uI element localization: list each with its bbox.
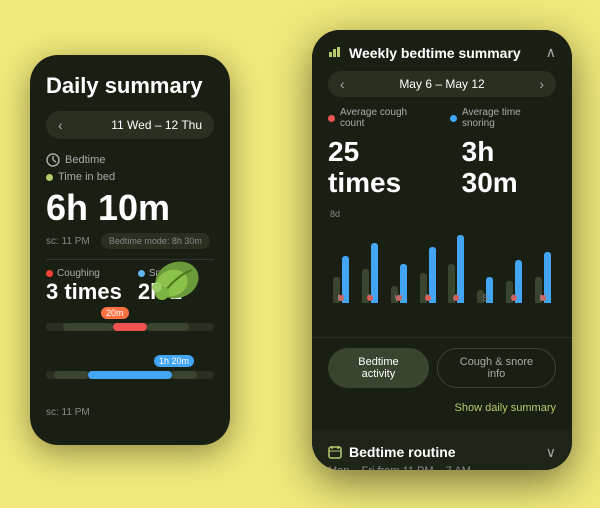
legend-blue-dot <box>450 115 457 122</box>
day-column-T-1: T <box>357 221 383 303</box>
cough-stat: Coughing 3 times <box>46 268 122 305</box>
bar-segment-dark3 <box>54 371 88 379</box>
chart-icon <box>328 44 342 61</box>
legend-row: Average cough count Average time snoring <box>328 107 556 129</box>
show-daily-text[interactable]: Show daily summary <box>455 402 556 414</box>
day-label-M: M <box>337 293 345 303</box>
day-column-W-2: W <box>386 221 412 303</box>
legend-cough-label: Average cough count <box>340 107 434 129</box>
routine-title-row: Bedtime routine <box>328 444 456 460</box>
cough-metric: 25 times <box>328 137 438 199</box>
day-label-W: W <box>394 293 403 303</box>
bedtime-mode: Bedtime mode: 8h 30m <box>101 233 210 249</box>
weekly-chart: 8d M T W T F S S M <box>328 209 556 319</box>
day-label-T: T <box>425 293 431 303</box>
cough-metric-value: 25 times <box>328 137 438 199</box>
snore-metric-value: 3h 30m <box>462 137 556 199</box>
day-column-M-7: M <box>530 221 556 303</box>
red-dot <box>46 270 53 277</box>
left-phone-content: Daily summary ‹ 11 Wed – 12 Thu Bedtime … <box>30 55 230 445</box>
day-label-S: S <box>482 293 488 303</box>
bedtime-label: Bedtime <box>46 153 214 167</box>
tabs-row: Bedtime activity Cough & snore info <box>312 338 572 398</box>
day-column-S-6: S <box>501 221 527 303</box>
phones-container: Daily summary ‹ 11 Wed – 12 Thu Bedtime … <box>0 0 600 508</box>
bar-segment-red <box>113 323 147 331</box>
calendar-icon <box>328 445 342 459</box>
right-arrow-right[interactable]: › <box>539 76 544 92</box>
clock-icon <box>46 153 60 167</box>
right-arrow-left[interactable]: ‹ <box>340 76 345 92</box>
bar-chart-icon <box>328 44 342 58</box>
phone-right: Weekly bedtime summary ∧ ‹ May 6 – May 1… <box>312 30 572 470</box>
bar-segment-dark2 <box>147 323 189 331</box>
leaf-svg <box>142 255 202 310</box>
cough-value: 3 times <box>46 279 122 305</box>
bar-segment-dark4 <box>172 371 197 379</box>
routine-chevron[interactable]: ∨ <box>546 444 556 461</box>
show-daily-link-container: Show daily summary <box>312 398 572 428</box>
snore-metric: 3h 30m <box>462 137 556 199</box>
weekly-title-row: Weekly bedtime summary <box>328 44 521 61</box>
day-column-F-4: F <box>444 221 470 303</box>
left-footer: sc: 11 PM <box>46 407 214 418</box>
legend-snore-label: Average time snoring <box>462 107 556 129</box>
day-label-S: S <box>511 293 517 303</box>
time-in-bed-label: Time in bed <box>46 171 214 183</box>
timeline-bar-2 <box>46 371 214 379</box>
day-label-T: T <box>367 293 373 303</box>
right-date: May 6 – May 12 <box>399 77 484 91</box>
legend-red-dot <box>328 115 335 122</box>
left-arrow[interactable]: ‹ <box>58 117 63 133</box>
bar-row-2: 1h 20m <box>46 371 214 401</box>
legend-cough: Average cough count <box>328 107 434 129</box>
timeline-bar-1 <box>46 323 214 331</box>
day-column-T-3: T <box>415 221 441 303</box>
weekly-card-header: Weekly bedtime summary ∧ <box>328 44 556 61</box>
time-in-bed-value: 6h 10m <box>46 187 214 229</box>
day-column-S-5: S <box>472 221 498 303</box>
tab-bedtime-activity[interactable]: Bedtime activity <box>328 348 429 388</box>
left-date: 11 Wed – 12 Thu <box>111 118 202 132</box>
legend-snore: Average time snoring <box>450 107 556 129</box>
bedtime-footer: sc: 11 PM Bedtime mode: 8h 30m <box>46 231 214 249</box>
sleep-bars: 20m 1h 20m <box>46 323 214 401</box>
right-nav-bar[interactable]: ‹ May 6 – May 12 › <box>328 71 556 97</box>
weekly-card: Weekly bedtime summary ∧ ‹ May 6 – May 1… <box>312 30 572 338</box>
time-value-area: 6h 10m <box>46 187 214 229</box>
routine-title: Bedtime routine <box>349 444 456 460</box>
day-column-M-0: M <box>328 221 354 303</box>
day-label-F: F <box>454 293 460 303</box>
day-label-M: M <box>539 293 547 303</box>
leaf-decoration <box>142 255 202 315</box>
y-axis-label: 8d <box>330 209 556 219</box>
weekly-chevron[interactable]: ∧ <box>546 44 556 61</box>
left-nav-bar[interactable]: ‹ 11 Wed – 12 Thu <box>46 111 214 139</box>
right-phone-content: Weekly bedtime summary ∧ ‹ May 6 – May 1… <box>312 30 572 470</box>
bar-row-1: 20m <box>46 323 214 353</box>
bar2-label: 1h 20m <box>154 355 194 367</box>
tab-cough-snore[interactable]: Cough & snore info <box>437 348 556 388</box>
routine-header: Bedtime routine ∨ <box>328 444 556 461</box>
bar1-label: 20m <box>101 307 129 319</box>
daily-title: Daily summary <box>46 73 214 99</box>
metrics-row: 25 times 3h 30m <box>328 137 556 199</box>
routine-card: Bedtime routine ∨ Mon – Fri from 11 PM –… <box>312 430 572 470</box>
green-dot <box>46 174 53 181</box>
routine-subtitle: Mon – Fri from 11 PM – 7 AM <box>328 465 556 470</box>
weekly-card-title: Weekly bedtime summary <box>349 45 521 61</box>
bar-segment-dark <box>63 323 113 331</box>
phone-left: Daily summary ‹ 11 Wed – 12 Thu Bedtime … <box>30 55 230 445</box>
chart-canvas: MTWTFSSM <box>328 221 556 319</box>
cough-label: Coughing <box>46 268 122 279</box>
bar-segment-blue <box>88 371 172 379</box>
